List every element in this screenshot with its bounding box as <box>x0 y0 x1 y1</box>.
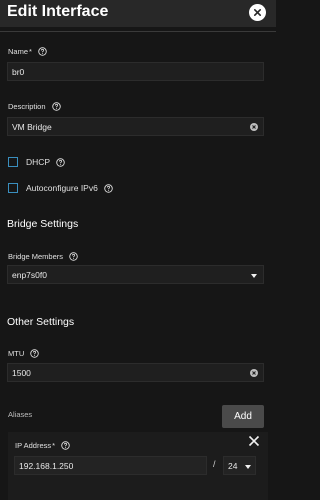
autoconfigure-ipv6-checkbox[interactable] <box>8 183 18 193</box>
help-circle-icon[interactable] <box>51 102 61 111</box>
autoconfigure-ipv6-label: Autoconfigure IPv6 <box>26 183 113 193</box>
mtu-value: 1500 <box>12 368 31 378</box>
netmask-value: 24 <box>228 461 238 471</box>
netmask-separator: / <box>213 459 216 469</box>
close-icon <box>253 8 262 17</box>
description-value: VM Bridge <box>12 122 52 132</box>
clear-icon[interactable] <box>250 369 258 377</box>
chevron-down-icon <box>251 274 257 278</box>
help-circle-icon[interactable] <box>69 252 78 261</box>
remove-alias-button[interactable] <box>247 434 261 448</box>
description-label: Description <box>8 102 61 111</box>
dhcp-checkbox[interactable] <box>8 157 18 167</box>
bridge-members-select[interactable]: enp7s0f0 <box>7 265 264 284</box>
ip-address-value: 192.168.1.250 <box>19 461 74 471</box>
header-divider <box>0 31 276 32</box>
name-field[interactable]: br0 <box>7 62 264 81</box>
dhcp-label: DHCP <box>26 157 65 167</box>
aliases-label: Aliases <box>8 410 33 419</box>
mtu-field[interactable]: 1500 <box>7 363 264 382</box>
name-label: Name * <box>8 47 47 56</box>
bridge-members-label: Bridge Members <box>8 252 78 261</box>
mtu-label: MTU <box>8 349 39 358</box>
ip-address-label: IP Address * <box>15 441 70 450</box>
other-settings-heading: Other Settings <box>7 316 75 328</box>
help-circle-icon[interactable] <box>61 441 70 450</box>
dialog-title: Edit Interface <box>7 3 109 20</box>
help-circle-icon[interactable] <box>104 183 113 193</box>
netmask-select[interactable]: 24 <box>223 456 256 475</box>
add-alias-button[interactable]: Add <box>222 405 264 428</box>
chevron-down-icon <box>245 465 251 469</box>
description-field[interactable]: VM Bridge <box>7 117 264 136</box>
bridge-settings-heading: Bridge Settings <box>7 218 79 230</box>
help-circle-icon[interactable] <box>30 349 39 358</box>
close-dialog-button[interactable] <box>249 4 266 21</box>
help-circle-icon[interactable] <box>38 47 47 56</box>
close-icon <box>248 435 260 447</box>
clear-icon[interactable] <box>250 123 258 131</box>
help-circle-icon[interactable] <box>56 157 65 167</box>
ip-address-field[interactable]: 192.168.1.250 <box>14 456 207 475</box>
bridge-members-value: enp7s0f0 <box>12 270 47 280</box>
name-value: br0 <box>12 67 25 77</box>
